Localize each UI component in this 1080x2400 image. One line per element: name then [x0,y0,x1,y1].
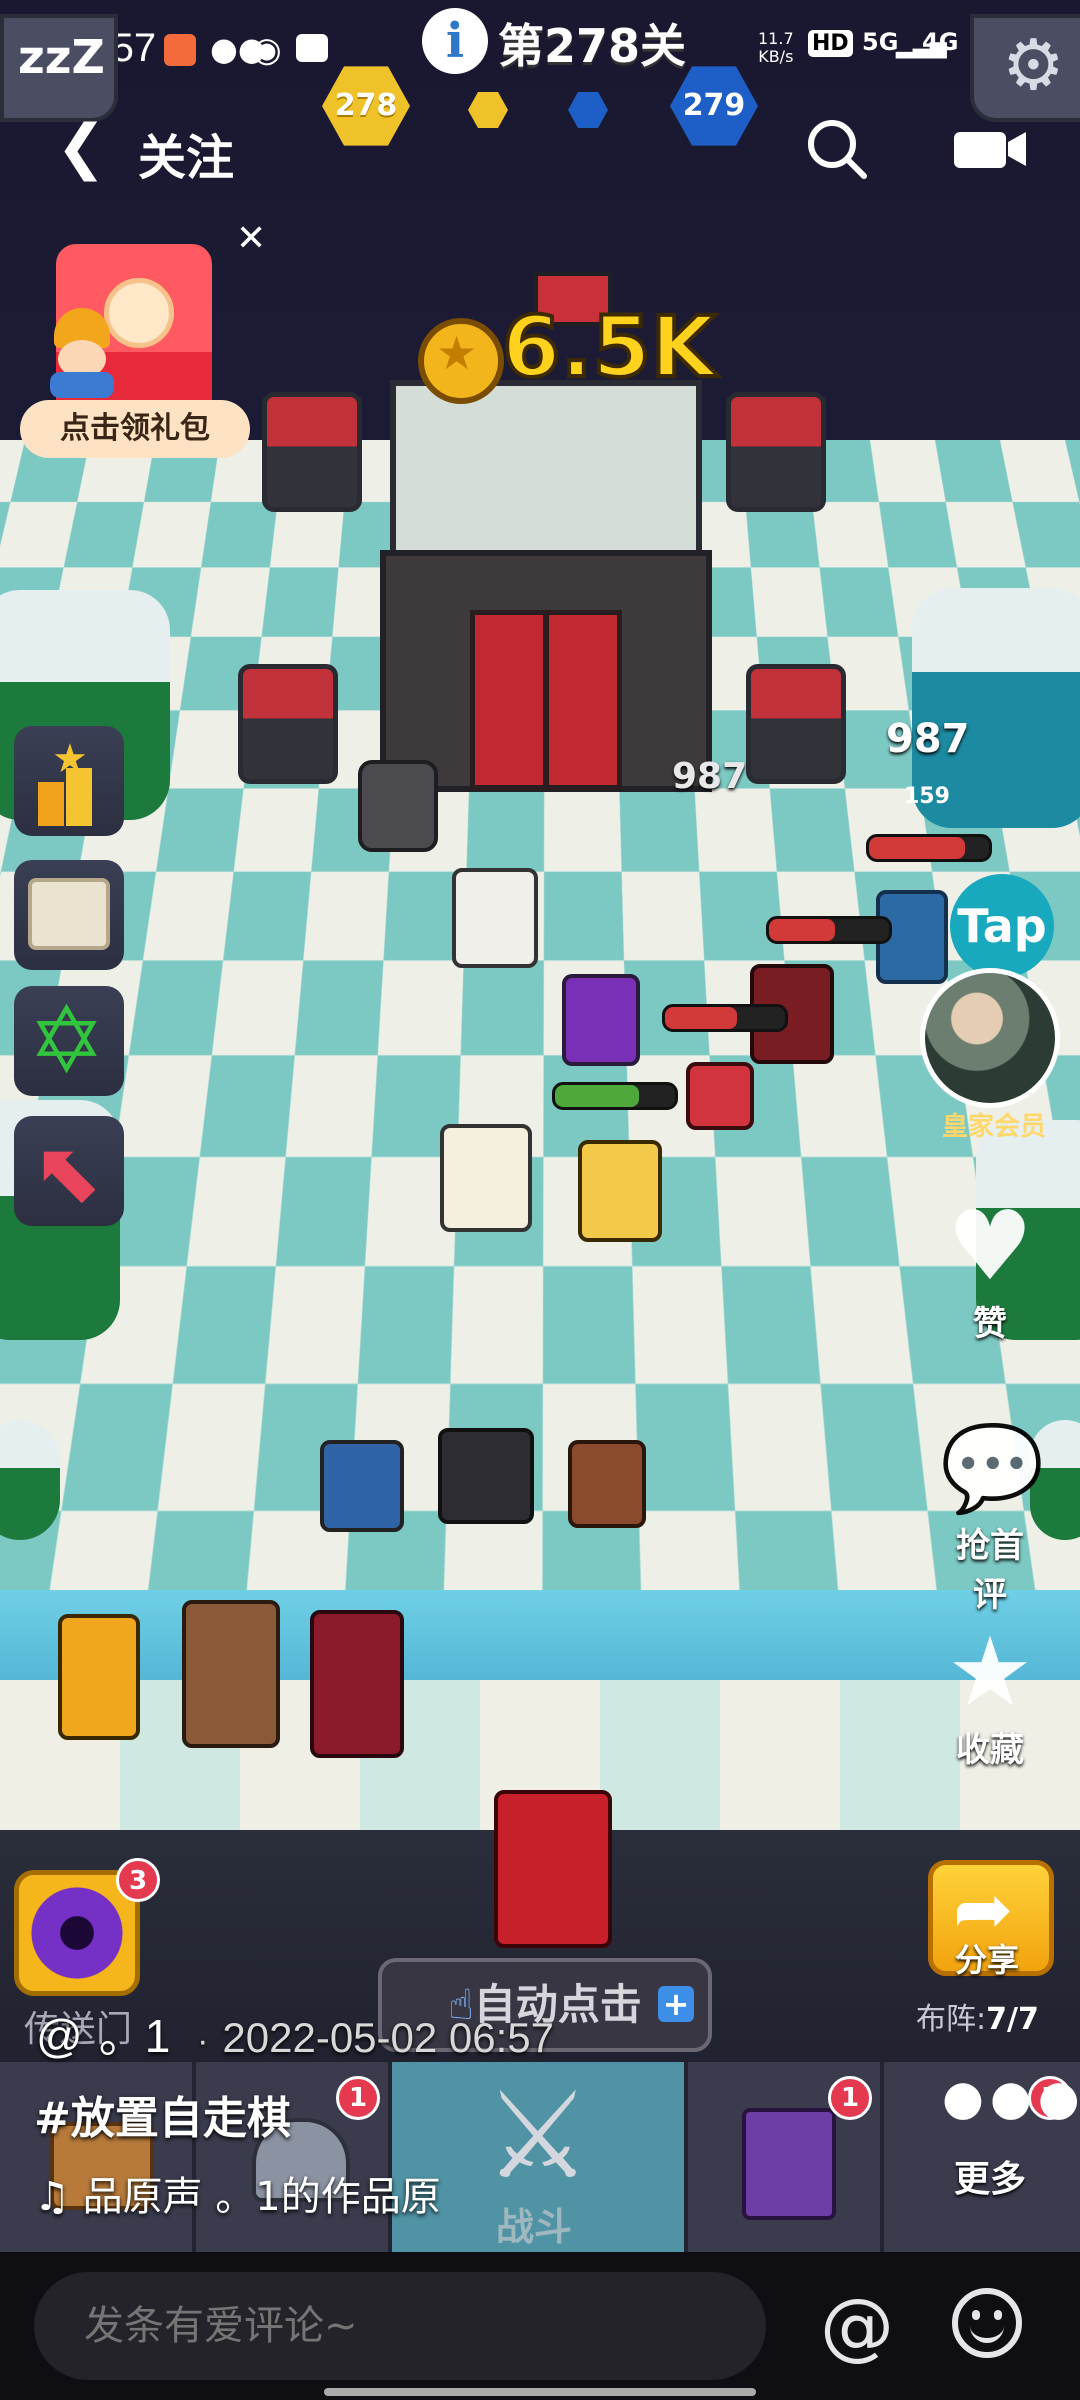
net-speed: 11.7 KB/s [758,29,794,66]
comment-bubble-icon: 💬 [940,1419,1045,1517]
message-icon: ◉ [252,30,282,70]
favorite-label: 收藏 [956,1730,1024,1770]
nav-spellbook[interactable]: 1 [688,2062,884,2252]
pillar [262,392,362,512]
share-button[interactable]: ➦ 分享 [928,1860,1054,1979]
search-icon[interactable] [804,116,868,180]
formation-label: 布阵:7/7 [916,2002,1039,2037]
heart-icon: ♥ [946,1190,1034,1302]
bench-unit[interactable] [58,1614,140,1740]
more-icon[interactable]: ●●● [942,2070,1080,2126]
arrow-down-left-icon: ⬉ [32,1123,103,1221]
close-icon[interactable]: ✕ [236,218,266,259]
hp-bar [552,1082,678,1110]
avatar[interactable] [920,968,1060,1108]
hero-red-unit[interactable] [494,1790,612,1948]
portal-badge: 3 [116,1858,160,1902]
signal-4g: 4G [922,28,959,56]
hero-unit[interactable] [438,1428,534,1524]
music-link[interactable]: ♫ 品原声 。1的作品原 [34,2164,441,2222]
comment-button[interactable]: 💬 抢首评 [940,1418,1045,1616]
mascot-icon [40,308,126,398]
comment-input[interactable] [34,2272,766,2380]
book-icon [742,2108,836,2220]
hashtag-link[interactable]: #放置自走棋 [34,2082,291,2146]
share-label: 分享 [955,1941,1020,1979]
castle [380,360,712,792]
tap-badge[interactable]: Tap [950,874,1054,978]
back-icon[interactable]: ❮ [56,112,108,182]
scroll-icon [28,878,110,950]
coin-star-icon: ★ [436,326,478,380]
home-indicator [324,2388,756,2396]
signal-5g: 5G [862,28,899,56]
pillar [726,392,826,512]
nav-badge: 1 [336,2076,380,2120]
hp-bar [866,834,992,862]
hero-unit[interactable] [578,1140,662,1242]
star-icon: ★ [946,1616,1034,1728]
pillar [238,664,338,784]
bench-unit[interactable] [310,1610,404,1758]
app-notification-icon [164,34,196,66]
snowy-bush [0,1420,60,1540]
plus-icon: + [658,1986,694,2022]
gear-icon: ⚙ [1002,24,1065,106]
damage-number: 987 [672,756,748,797]
arrow-down-left-button[interactable]: ⬉ [14,1116,124,1226]
comment-label: 抢首评 [956,1526,1024,1615]
post-author-line[interactable]: @ 。1 · 2022-05-02 06:57 [36,2000,554,2066]
hexagram-button[interactable]: ✡ [14,986,124,1096]
page-title[interactable]: 关注 [138,118,234,188]
mention-icon[interactable]: @ [820,2284,894,2368]
sleep-icon: zzZ [18,30,105,84]
hp-bar [662,1004,788,1032]
nav-badge: 1 [828,2076,872,2120]
info-icon[interactable]: i [422,8,488,74]
hero-unit[interactable] [568,1440,646,1528]
sleep-button[interactable]: zzZ [0,14,118,122]
hero-unit[interactable] [320,1440,404,1532]
hexagram-icon: ✡ [28,987,106,1094]
settings-button[interactable]: ⚙ [970,14,1080,122]
hero-unit[interactable] [440,1124,532,1232]
mail-icon [296,34,328,62]
hero-unit[interactable] [562,974,640,1066]
pillar [746,664,846,784]
damage-number: 987 [886,716,970,762]
hero-unit[interactable] [452,868,538,968]
hd-icon: HD [808,30,853,57]
coin-amount: 6.5K [500,296,718,398]
like-button[interactable]: ♥ 赞 [940,1196,1040,1345]
quest-scroll-button[interactable] [14,860,124,970]
level-title: 第278关 [498,19,687,73]
battle-label: 战斗 [496,2205,573,2249]
enemy-unit[interactable] [686,1062,754,1130]
damage-subnumber: 159 [904,784,950,809]
gift-button[interactable]: 点击领礼包 [20,400,250,458]
vip-label: 皇家会员 [942,1112,1047,1142]
camera-icon[interactable] [952,126,1028,172]
barrel [358,760,438,852]
hp-bar [766,916,892,944]
more-label: 更多 [954,2159,1027,2200]
like-label: 赞 [973,1304,1007,1344]
bench-unit[interactable] [182,1600,280,1748]
crossed-swords-icon: ⚔ [484,2067,592,2206]
emoji-icon[interactable] [952,2288,1022,2358]
favorite-button[interactable]: ★ 收藏 [940,1622,1040,1771]
water-strip [0,1590,1080,1680]
ranking-button[interactable]: ★ [14,726,124,836]
